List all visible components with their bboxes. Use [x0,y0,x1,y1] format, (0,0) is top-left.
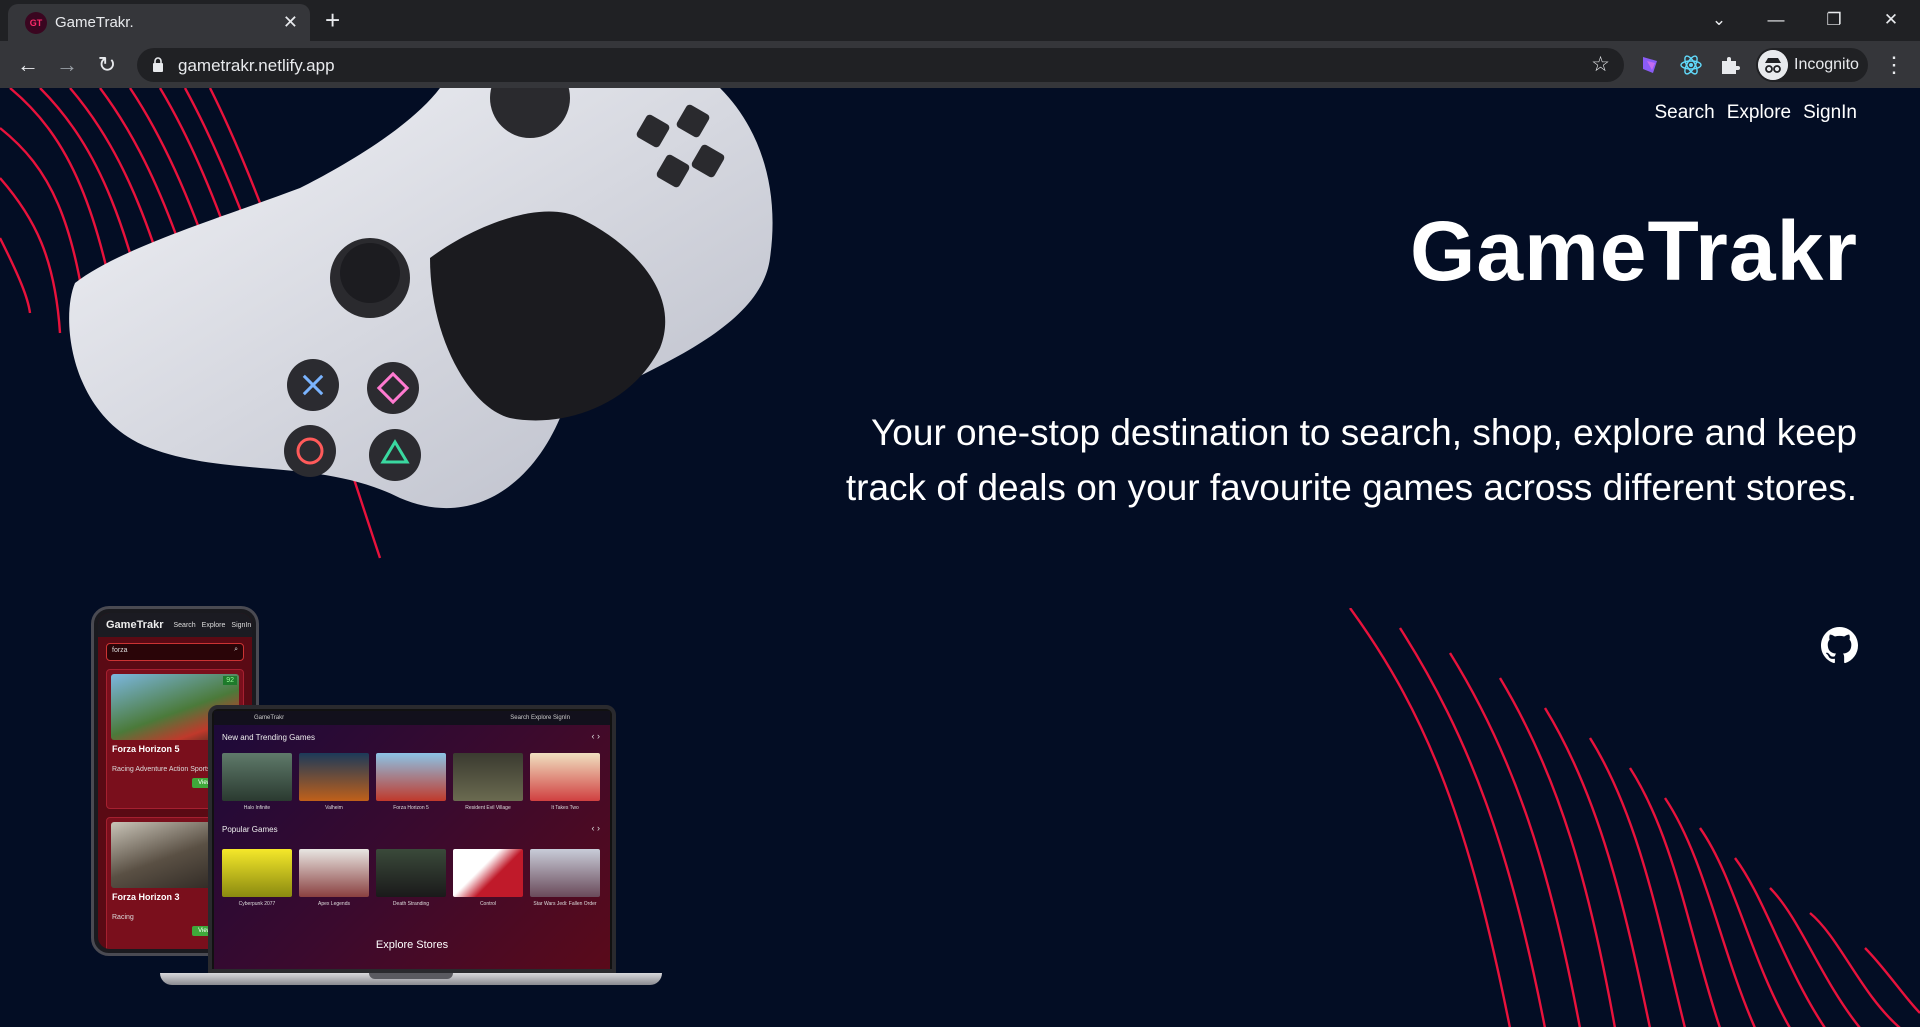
close-window-icon[interactable]: ✕ [1871,6,1911,34]
incognito-icon [1758,50,1788,80]
site-nav: Search Explore SignIn [1655,102,1858,124]
game-thumb: It Takes Two [530,753,600,811]
page-title: GameTrakr [1410,204,1858,298]
game-caption: Apex Legends [318,901,350,907]
extensions-puzzle-icon[interactable] [1718,53,1742,77]
phone-nav-signin: SignIn [231,621,252,629]
browser-tab[interactable]: GT GameTrakr. ✕ [8,4,310,41]
trending-row: Halo Infinite Valheim Forza Horizon 5 Re… [222,753,600,811]
game-thumb: Star Wars Jedi: Fallen Order [530,849,600,907]
extension-purple-icon[interactable] [1638,53,1662,77]
phone-search-input: forza ⌕ [106,643,244,661]
laptop-header: GameTrakr Search Explore SignIn [214,711,610,725]
laptop-notch [369,973,453,979]
game-thumb: Control [453,849,523,907]
github-icon[interactable] [1821,627,1858,664]
tab-search-icon[interactable]: ⌄ [1699,6,1739,34]
phone-card-title: Forza Horizon 3 [112,892,180,902]
minimize-icon[interactable]: — [1756,6,1796,34]
phone-card-genres: Racing [112,914,134,921]
section-title-popular: Popular Games [222,825,278,834]
phone-nav-search: Search [173,621,196,629]
incognito-label: Incognito [1794,56,1859,73]
search-icon: ⌕ [234,646,238,653]
new-tab-icon[interactable]: + [325,6,340,34]
game-caption: Death Stranding [392,901,430,907]
game-caption: Control [479,901,497,907]
url-text[interactable]: gametrakr.netlify.app [178,56,335,76]
phone-search-value: forza [112,647,128,654]
lock-icon [153,57,163,72]
reload-icon[interactable]: ↻ [93,51,121,79]
section-title-stores: Explore Stores [375,939,449,951]
decorative-waves-right [1349,608,1920,1027]
nav-signin-link[interactable]: SignIn [1803,102,1857,124]
forward-icon[interactable]: → [53,51,81,79]
laptop-nav: Search Explore SignIn [510,715,570,721]
carousel-arrows-icon: ‹ › [591,731,601,741]
tab-bar: GT GameTrakr. ✕ + ⌄ — ❐ ✕ [0,0,1920,41]
game-thumb: Death Stranding [376,849,446,907]
address-bar[interactable]: gametrakr.netlify.app ☆ [137,48,1624,82]
laptop-logo: GameTrakr [254,715,285,721]
popular-row: Cyberpunk 2077 Apex Legends Death Strand… [222,849,600,907]
browser-toolbar: ← → ↻ gametrakr.netlify.app ☆ Incognito … [0,41,1920,88]
game-thumb: Forza Horizon 5 [376,753,446,811]
phone-card-genres: Racing Adventure Action Sports [112,766,211,773]
game-caption: Valheim [325,805,343,811]
game-caption: Halo Infinite [243,805,271,811]
game-caption: Resident Evil Village [465,805,511,811]
nav-search-link[interactable]: Search [1655,102,1715,124]
laptop-screen: GameTrakr Search Explore SignIn New and … [214,711,610,969]
game-thumb: Cyberpunk 2077 [222,849,292,907]
restore-icon[interactable]: ❐ [1814,6,1854,34]
phone-logo: GameTrakr [106,619,164,631]
hero-tagline: Your one-stop destination to search, sho… [845,412,1857,508]
landing-page: Search Explore SignIn GameTrakr Your one… [0,88,1920,1027]
favicon-icon: GT [25,12,47,34]
section-title-trending: New and Trending Games [222,733,315,742]
game-caption: It Takes Two [551,805,579,811]
game-thumb: Resident Evil Village [453,753,523,811]
phone-nav-explore: Explore [201,621,226,629]
game-caption: Star Wars Jedi: Fallen Order [533,901,597,907]
game-thumb: Apex Legends [299,849,369,907]
game-thumb: Valheim [299,753,369,811]
nav-explore-link[interactable]: Explore [1727,102,1791,124]
laptop-mockup: GameTrakr Search Explore SignIn New and … [208,705,616,973]
game-caption: Forza Horizon 5 [393,805,429,811]
incognito-profile-button[interactable]: Incognito [1756,48,1868,82]
browser-menu-icon[interactable]: ⋮ [1882,51,1906,79]
metacritic-score: 92 [223,676,237,685]
bookmark-star-icon[interactable]: ☆ [1591,52,1610,78]
back-icon[interactable]: ← [14,51,42,79]
carousel-arrows-icon: ‹ › [591,823,601,833]
react-devtools-icon[interactable] [1679,53,1703,77]
game-caption: Cyberpunk 2077 [238,901,276,907]
game-thumb: Halo Infinite [222,753,292,811]
game-controller-image [69,88,773,509]
tab-title: GameTrakr. [55,14,134,31]
close-tab-icon[interactable]: ✕ [283,11,298,33]
phone-card-title: Forza Horizon 5 [112,744,180,754]
phone-header: GameTrakr Search Explore SignIn [98,613,252,637]
